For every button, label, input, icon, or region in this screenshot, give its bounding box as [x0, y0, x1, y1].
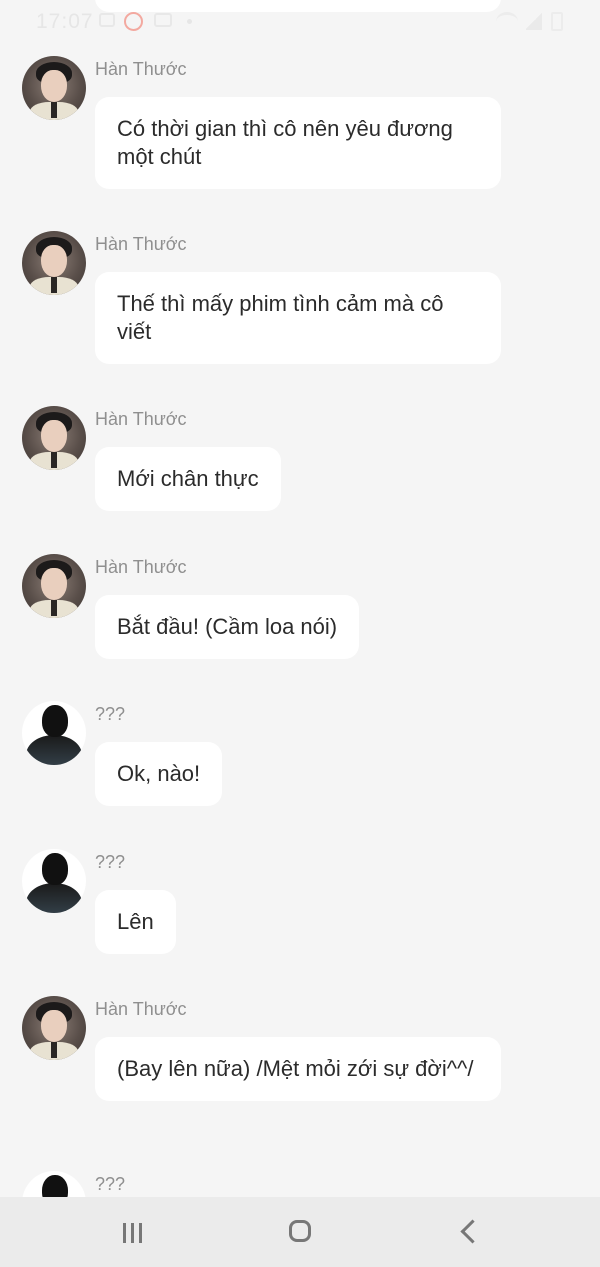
sender-name: ???: [95, 1174, 126, 1194]
message-bubble[interactable]: Thế thì mấy phim tình cảm mà cô viết: [95, 272, 501, 364]
sender-name: Hàn Thước: [95, 409, 187, 429]
han-thuoc-avatar[interactable]: [22, 56, 86, 120]
sender-name: ???: [95, 852, 126, 872]
battery-icon: [551, 12, 563, 31]
han-thuoc-avatar[interactable]: [22, 996, 86, 1060]
message-bubble[interactable]: Có thời gian thì cô nên yêu đương một ch…: [95, 97, 501, 189]
message-bubble[interactable]: Lên: [95, 890, 176, 954]
message-bubble[interactable]: Mới chân thực: [95, 447, 281, 511]
message-bubble[interactable]: Bắt đầu! (Cầm loa nói): [95, 595, 360, 659]
navigation-bar: [0, 1197, 600, 1267]
sender-name: Hàn Thước: [95, 557, 187, 577]
wifi-icon: [496, 12, 518, 31]
silhouette-avatar[interactable]: [22, 701, 86, 765]
sender-name: Hàn Thước: [95, 999, 187, 1019]
han-thuoc-avatar[interactable]: [22, 554, 86, 618]
silhouette-avatar[interactable]: [22, 849, 86, 913]
sender-name: Hàn Thước: [95, 59, 187, 79]
chat-screen: 17:07 Hàn Thước Có thời gian thì cô nên …: [0, 0, 600, 1267]
signal-icon: [526, 12, 542, 30]
sender-name: ???: [95, 704, 126, 724]
sender-name: Hàn Thước: [95, 234, 187, 254]
message-notification-icon: [154, 13, 172, 27]
back-icon[interactable]: [450, 1215, 490, 1249]
gallery-notification-icon: [99, 13, 115, 27]
status-time: 17:07: [36, 10, 94, 33]
clipped-message-bubble: [95, 0, 501, 12]
recent-apps-icon[interactable]: [113, 1215, 153, 1249]
han-thuoc-avatar[interactable]: [22, 231, 86, 295]
peach-app-icon: [124, 12, 143, 31]
message-bubble[interactable]: Ok, nào!: [95, 742, 223, 806]
home-icon[interactable]: [281, 1215, 321, 1249]
han-thuoc-avatar[interactable]: [22, 406, 86, 470]
more-notifications-dot: [187, 19, 192, 24]
message-bubble[interactable]: (Bay lên nữa) /Mệt mỏi zới sự đời^^/: [95, 1037, 501, 1101]
